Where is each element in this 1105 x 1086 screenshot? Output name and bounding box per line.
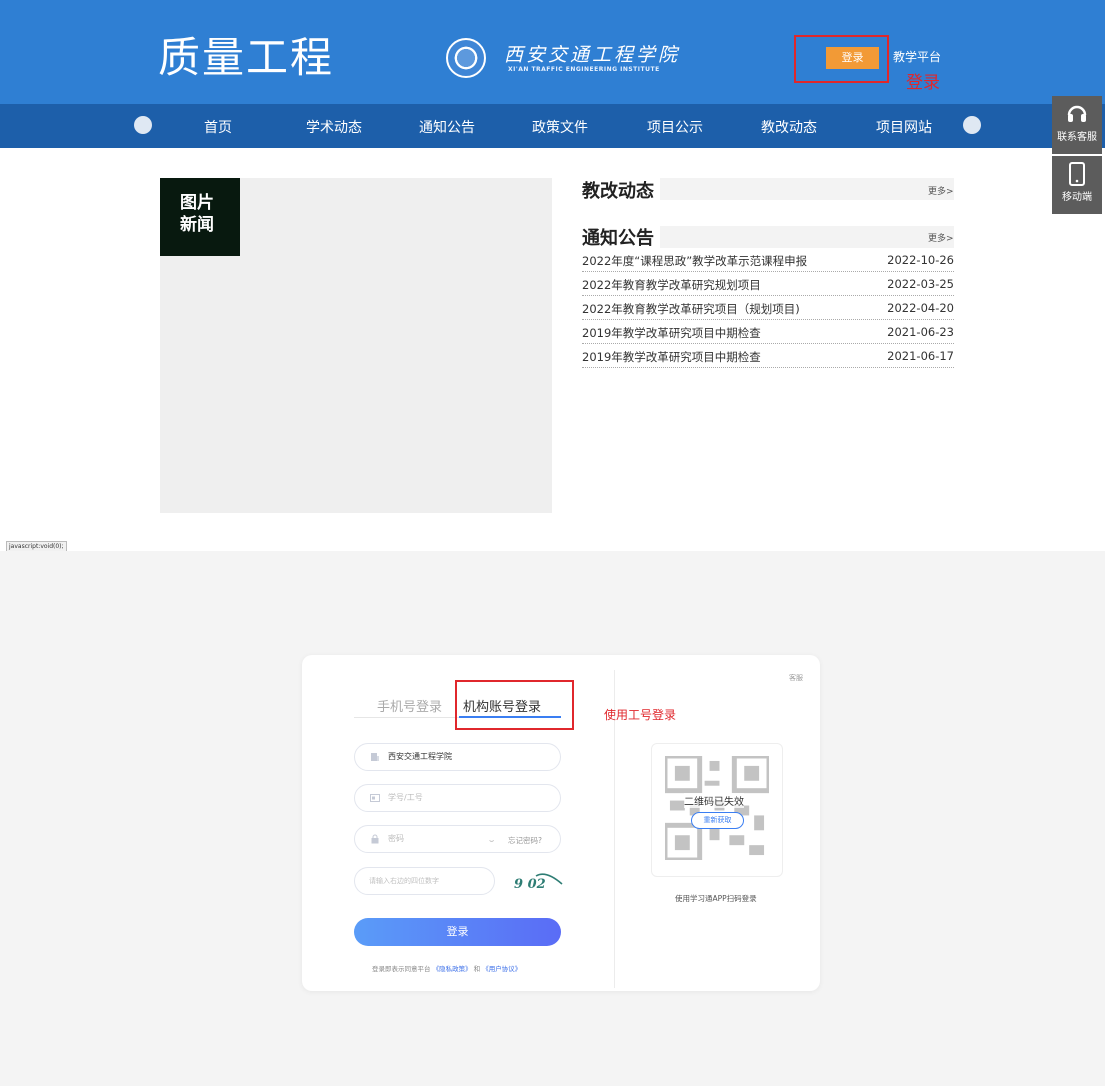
nav-item-home[interactable]: 首页 [204,117,232,137]
school-logo-icon [446,38,486,78]
agreement-and: 和 [473,965,481,973]
teaching-platform-link[interactable]: 教学平台 [893,48,941,65]
notice-date: 2022-10-26 [887,253,954,267]
privacy-policy-link[interactable]: 《隐私政策》 [433,965,472,973]
login-annotation: 登录 [906,73,940,93]
headset-icon [1067,105,1087,122]
lock-icon [371,834,379,844]
notices-more-link[interactable]: 更多> [928,231,954,244]
nav-item-projects[interactable]: 项目公示 [647,117,703,137]
qr-refresh-button[interactable]: 重新获取 [691,812,744,829]
captcha-text: 9 02 [514,877,546,892]
school-name-en: XI'AN TRAFFIC ENGINEERING INSTITUTE [508,66,660,73]
reform-more-link[interactable]: 更多> [928,184,954,197]
mobile-phone-icon [1069,162,1085,186]
captcha-image[interactable]: 9 02 [510,864,564,896]
notice-date: 2021-06-17 [887,349,954,363]
notice-title[interactable]: 2019年教学改革研究项目中期检查 [582,349,761,365]
user-agreement-link[interactable]: 《用户协议》 [482,965,521,973]
password-placeholder: 密码 [388,834,404,843]
notice-date: 2022-03-25 [887,277,954,291]
notice-row[interactable]: 2019年教学改革研究项目中期检查 2021-06-23 [582,322,954,344]
use-id-annotation: 使用工号登录 [604,708,677,722]
reform-section-title: 教改动态 [582,177,660,203]
building-icon [371,753,379,761]
photo-news-label: 图片 新闻 [160,178,240,256]
captcha-placeholder: 请输入右边的四位数字 [369,877,439,885]
site-title: 质量工程 [158,33,335,82]
notice-row[interactable]: 2022年度“课程思政”教学改革示范课程申报 2022-10-26 [582,250,954,272]
eye-closed-icon[interactable]: ⌣ [489,836,494,846]
nav-item-policy[interactable]: 政策文件 [532,117,588,137]
nav-item-notices[interactable]: 通知公告 [419,117,475,137]
forgot-password-link[interactable]: 忘记密码? [508,835,542,846]
nav-item-academic[interactable]: 学术动态 [306,117,362,137]
qr-caption: 使用学习通APP扫码登录 [675,894,757,903]
customer-service-link[interactable]: 客服 [789,673,803,683]
notice-title[interactable]: 2019年教学改革研究项目中期检查 [582,325,761,341]
notice-title[interactable]: 2022年度“课程思政”教学改革示范课程申报 [582,253,807,269]
school-value: 西安交通工程学院 [388,752,452,761]
contact-service-widget[interactable]: 联系客服 [1052,96,1102,154]
agreement-prefix: 登录即表示同意平台 [372,965,431,973]
notice-title[interactable]: 2022年教育教学改革研究规划项目 [582,277,761,293]
notice-row[interactable]: 2019年教学改革研究项目中期检查 2021-06-17 [582,346,954,368]
header-login-button[interactable]: 登录 [826,47,879,69]
id-card-icon [370,794,380,802]
tab-phone-login[interactable]: 手机号登录 [377,696,442,715]
mobile-widget[interactable]: 移动端 [1052,156,1102,214]
id-placeholder: 学号/工号 [388,793,423,802]
notice-row[interactable]: 2022年教育教学改革研究项目（规划项目) 2022-04-20 [582,298,954,320]
agreement-text: 登录即表示同意平台 《隐私政策》 和 《用户协议》 [372,963,521,973]
notice-date: 2021-06-23 [887,325,954,339]
notices-section-title: 通知公告 [582,224,660,250]
notice-date: 2022-04-20 [887,301,954,315]
login-submit-button[interactable]: 登录 [354,918,561,946]
nav-next-icon[interactable] [963,116,981,134]
school-name-cn: 西安交通工程学院 [504,44,681,66]
contact-service-label: 联系客服 [1057,132,1097,143]
org-tab-highlight-box [455,680,574,730]
nav-prev-icon[interactable] [134,116,152,134]
qr-expired-text: 二维码已失效 [684,793,744,808]
page: 质量工程 西安交通工程学院 XI'AN TRAFFIC ENGINEERING … [0,0,1105,1086]
nav-item-websites[interactable]: 项目网站 [876,117,932,137]
id-field[interactable]: 学号/工号 [354,784,561,812]
photo-news-label-line1: 图片 [180,193,214,213]
captcha-input[interactable]: 请输入右边的四位数字 [354,867,495,895]
photo-news-label-line2: 新闻 [180,215,214,235]
nav-item-reform[interactable]: 教改动态 [761,117,817,137]
notice-row[interactable]: 2022年教育教学改革研究规划项目 2022-03-25 [582,274,954,296]
school-field[interactable]: 西安交通工程学院 [354,743,561,771]
qr-code-icon [665,756,769,860]
mobile-label: 移动端 [1062,192,1092,203]
notice-title[interactable]: 2022年教育教学改革研究项目（规划项目) [582,301,800,317]
